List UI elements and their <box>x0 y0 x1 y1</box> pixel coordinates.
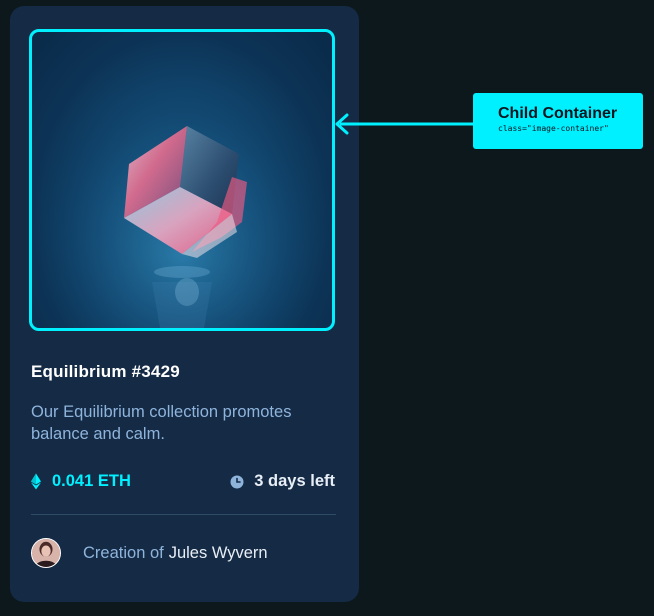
nft-description: Our Equilibrium collection promotes bala… <box>31 403 292 443</box>
clock-icon <box>230 475 244 488</box>
time-remaining-value: 3 days left <box>254 472 335 490</box>
ethereum-icon <box>31 473 41 490</box>
image-container[interactable] <box>29 29 335 331</box>
creator-info: Creation of Jules Wyvern <box>31 538 268 568</box>
annotation-arrow-icon <box>335 113 476 135</box>
nft-title[interactable]: Equilibrium #3429 <box>31 362 180 382</box>
creator-name-link[interactable]: Jules Wyvern <box>169 544 268 563</box>
creator-portrait <box>32 539 60 567</box>
stage: Equilibrium #3429 Our Equilibrium collec… <box>0 0 654 616</box>
equilibrium-artwork <box>32 32 332 328</box>
nft-card: Equilibrium #3429 Our Equilibrium collec… <box>10 6 359 602</box>
avatar <box>31 538 61 568</box>
annotation-subtitle: class="image-container" <box>498 124 609 133</box>
price: 0.041 ETH <box>31 472 131 491</box>
time-remaining: 3 days left <box>230 472 335 491</box>
divider <box>31 514 336 515</box>
price-value: 0.041 ETH <box>52 472 131 490</box>
annotation-title: Child Container <box>498 105 618 122</box>
annotation-label: Child Container class="image-container" <box>473 93 643 149</box>
creator-prefix: Creation of <box>83 543 164 562</box>
